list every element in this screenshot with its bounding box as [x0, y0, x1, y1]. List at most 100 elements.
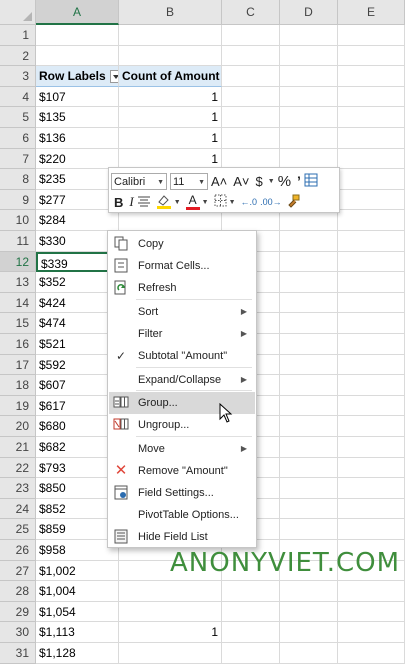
- empty-cell[interactable]: [338, 601, 405, 623]
- cell-row-label[interactable]: $1,113: [36, 622, 119, 643]
- empty-cell[interactable]: [280, 25, 338, 46]
- menu-item-filter[interactable]: Filter ▶: [109, 323, 255, 345]
- empty-cell[interactable]: [338, 375, 405, 396]
- menu-item-sort[interactable]: Sort ▶: [109, 301, 255, 323]
- empty-cell[interactable]: [280, 86, 338, 108]
- empty-cell[interactable]: [338, 86, 405, 108]
- empty-cell[interactable]: [280, 375, 338, 396]
- empty-cell[interactable]: [280, 395, 338, 417]
- empty-cell[interactable]: [338, 519, 405, 540]
- percent-button[interactable]: %: [278, 173, 291, 190]
- empty-cell[interactable]: [280, 292, 338, 314]
- empty-cell[interactable]: [280, 313, 338, 334]
- empty-cell[interactable]: [338, 25, 405, 46]
- row-header[interactable]: 23: [0, 478, 36, 499]
- empty-cell[interactable]: [338, 457, 405, 479]
- column-header-d[interactable]: D: [280, 0, 338, 25]
- borders-icon[interactable]: [214, 194, 227, 210]
- empty-cell[interactable]: [222, 66, 280, 87]
- row-header[interactable]: 24: [0, 498, 36, 520]
- empty-cell[interactable]: [280, 581, 338, 602]
- empty-cell[interactable]: [338, 148, 405, 170]
- font-color-button[interactable]: A: [185, 193, 200, 210]
- empty-cell[interactable]: [338, 437, 405, 458]
- column-header-c[interactable]: C: [222, 0, 280, 25]
- empty-cell[interactable]: [280, 45, 338, 67]
- menu-item-move[interactable]: Move ▶: [109, 438, 255, 460]
- empty-cell[interactable]: [338, 498, 405, 520]
- cell-row-label[interactable]: $284: [36, 210, 119, 231]
- empty-cell[interactable]: [338, 251, 405, 273]
- empty-cell[interactable]: [280, 457, 338, 479]
- column-header-e[interactable]: E: [338, 0, 405, 25]
- empty-cell[interactable]: [222, 25, 280, 46]
- increase-decimal-icon[interactable]: ←.0: [241, 197, 258, 207]
- cell-row-label[interactable]: $135: [36, 107, 119, 128]
- empty-cell[interactable]: [338, 210, 405, 231]
- empty-cell[interactable]: [338, 478, 405, 499]
- menu-item-expand-collapse[interactable]: Expand/Collapse ▶: [109, 369, 255, 391]
- empty-cell[interactable]: [280, 416, 338, 437]
- row-header[interactable]: 12: [0, 251, 36, 273]
- format-table-icon[interactable]: [304, 173, 318, 190]
- empty-cell[interactable]: [338, 643, 405, 664]
- align-center-icon[interactable]: [137, 195, 151, 210]
- filter-dropdown-icon[interactable]: [109, 69, 118, 83]
- row-header[interactable]: 18: [0, 375, 36, 396]
- row-header[interactable]: 19: [0, 395, 36, 417]
- empty-cell[interactable]: [280, 128, 338, 149]
- empty-cell[interactable]: [222, 581, 280, 602]
- cell-count[interactable]: 1: [119, 128, 222, 149]
- currency-button[interactable]: $: [256, 174, 263, 189]
- cell-count[interactable]: [119, 45, 222, 67]
- row-header[interactable]: 20: [0, 416, 36, 437]
- cell-row-label[interactable]: $136: [36, 128, 119, 149]
- empty-cell[interactable]: [280, 210, 338, 231]
- increase-font-size-button[interactable]: A˄: [211, 174, 227, 189]
- menu-item-hide-field-list[interactable]: Hide Field List: [109, 526, 255, 548]
- decrease-font-size-button[interactable]: A˅: [233, 174, 249, 189]
- cell-row-label[interactable]: $107: [36, 86, 119, 108]
- row-header[interactable]: 9: [0, 189, 36, 211]
- row-header[interactable]: 25: [0, 519, 36, 540]
- empty-cell[interactable]: [280, 107, 338, 128]
- cell-count[interactable]: 1: [119, 107, 222, 128]
- empty-cell[interactable]: [280, 66, 338, 87]
- row-header[interactable]: 10: [0, 210, 36, 231]
- row-header[interactable]: 31: [0, 643, 36, 664]
- row-header[interactable]: 1: [0, 25, 36, 46]
- empty-cell[interactable]: [338, 416, 405, 437]
- italic-button[interactable]: I: [129, 194, 133, 210]
- row-header[interactable]: 2: [0, 45, 36, 67]
- decrease-decimal-icon[interactable]: .00→: [260, 197, 282, 207]
- row-header[interactable]: 6: [0, 128, 36, 149]
- empty-cell[interactable]: [338, 128, 405, 149]
- empty-cell[interactable]: [280, 437, 338, 458]
- empty-cell[interactable]: [222, 86, 280, 108]
- row-header[interactable]: 16: [0, 334, 36, 355]
- row-header[interactable]: 29: [0, 601, 36, 623]
- empty-cell[interactable]: [222, 210, 280, 231]
- empty-cell[interactable]: [338, 354, 405, 376]
- empty-cell[interactable]: [338, 622, 405, 643]
- empty-cell[interactable]: [338, 189, 405, 211]
- format-painter-icon[interactable]: [286, 194, 300, 211]
- empty-cell[interactable]: [222, 45, 280, 67]
- row-header[interactable]: 21: [0, 437, 36, 458]
- menu-item-ungroup[interactable]: Ungroup...: [109, 414, 255, 436]
- row-header[interactable]: 11: [0, 231, 36, 252]
- empty-cell[interactable]: [338, 334, 405, 355]
- empty-cell[interactable]: [280, 643, 338, 664]
- row-header[interactable]: 5: [0, 107, 36, 128]
- column-header-b[interactable]: B: [119, 0, 222, 25]
- cell-row-label[interactable]: $235: [36, 169, 119, 190]
- empty-cell[interactable]: [222, 128, 280, 149]
- cell-row-label[interactable]: [36, 45, 119, 67]
- empty-cell[interactable]: [280, 498, 338, 520]
- menu-item-field-settings[interactable]: Field Settings...: [109, 482, 255, 504]
- cell-row-label[interactable]: $1,004: [36, 581, 119, 602]
- cell-row-label[interactable]: [36, 25, 119, 46]
- cell-row-label[interactable]: $220: [36, 148, 119, 170]
- cell-count[interactable]: [119, 643, 222, 664]
- empty-cell[interactable]: [280, 601, 338, 623]
